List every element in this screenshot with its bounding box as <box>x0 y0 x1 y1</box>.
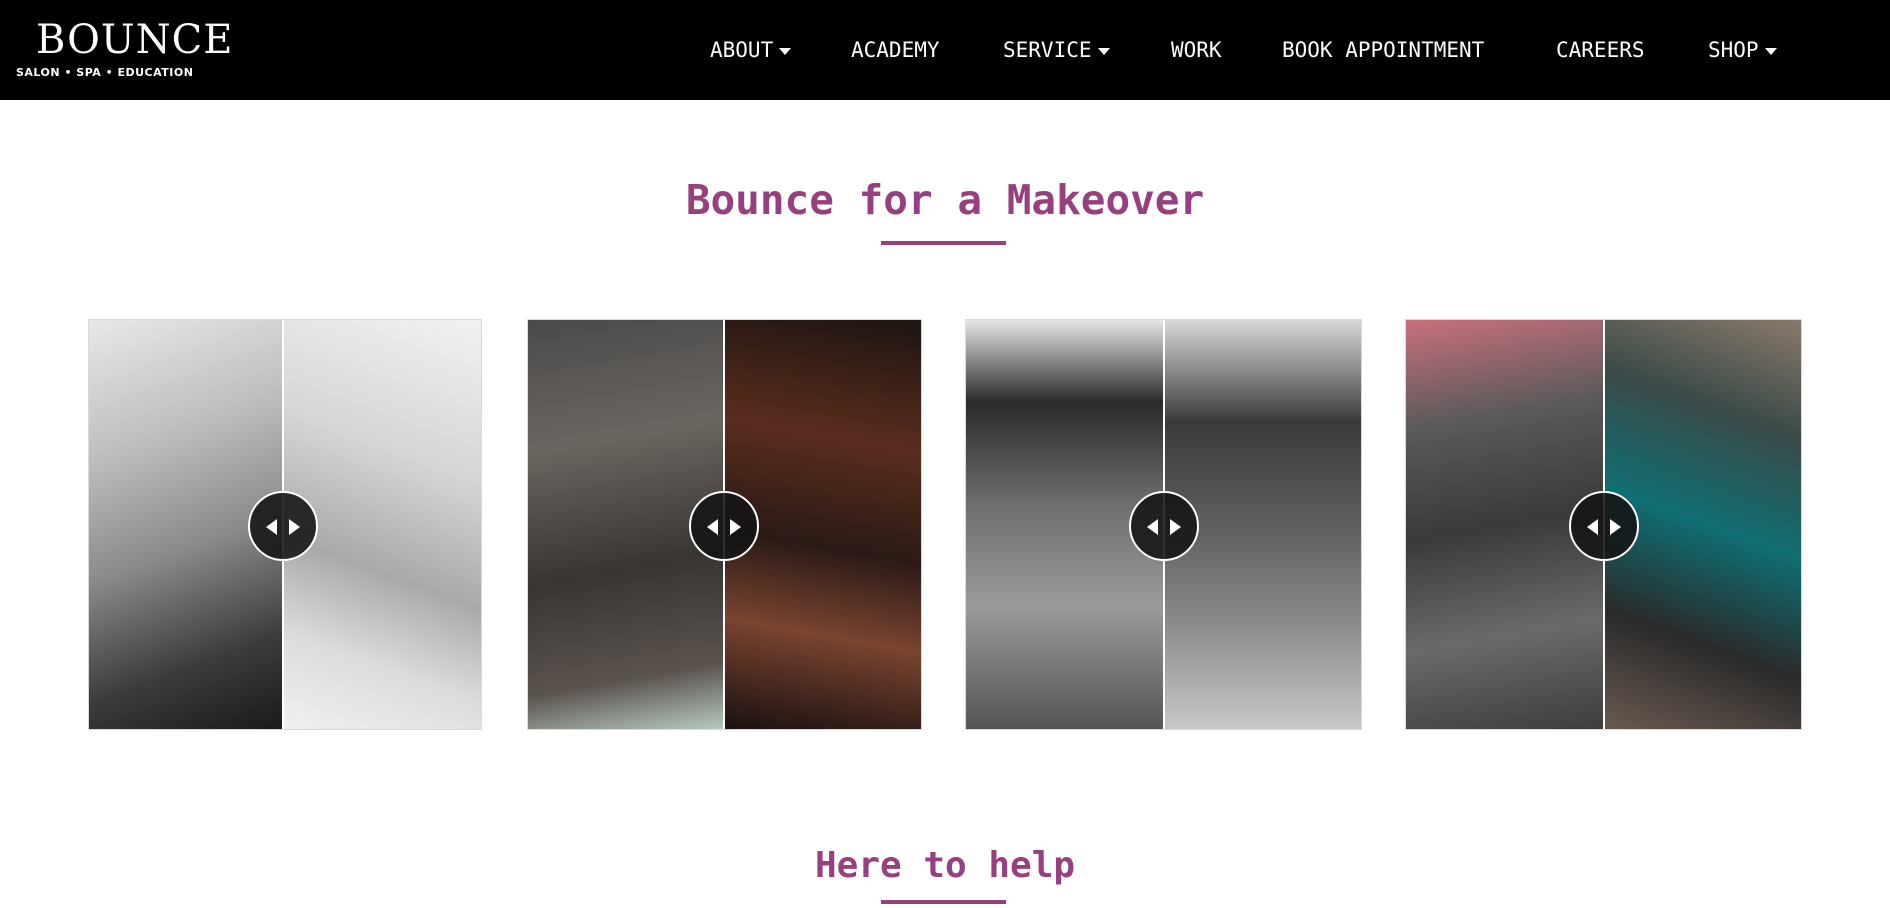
nav-item-label: ABOUT <box>710 38 774 62</box>
nav-item-label: WORK <box>1171 38 1222 62</box>
title-underline <box>881 241 1006 245</box>
nav-item-book-appointment[interactable]: BOOK APPOINTMENT <box>1282 36 1484 64</box>
nav-item-label: CAREERS <box>1556 38 1645 62</box>
makeover-title: Bounce for a Makeover <box>685 176 1205 224</box>
nav-item-academy[interactable]: ACADEMY <box>851 36 940 64</box>
nav-item-label: SHOP <box>1708 38 1759 62</box>
nav-item-service[interactable]: SERVICE <box>1003 36 1110 64</box>
left-right-arrows-icon[interactable] <box>248 491 318 561</box>
nav-item-about[interactable]: ABOUT <box>710 36 792 64</box>
before-after-slider[interactable] <box>965 319 1362 730</box>
left-right-arrows-icon[interactable] <box>1569 491 1639 561</box>
nav-item-shop[interactable]: SHOP <box>1708 36 1777 64</box>
nav-item-label: ACADEMY <box>851 38 940 62</box>
title-underline <box>881 900 1006 904</box>
before-after-slider[interactable] <box>527 319 922 730</box>
caret-down-icon <box>1097 47 1110 55</box>
nav-item-work[interactable]: WORK <box>1171 36 1222 64</box>
nav-item-careers[interactable]: CAREERS <box>1556 36 1645 64</box>
main-nav: ABOUT ACADEMY SERVICE WORK BOOK APPOINTM… <box>0 0 1890 100</box>
before-after-slider[interactable] <box>1405 319 1802 730</box>
nav-item-label: SERVICE <box>1003 38 1092 62</box>
caret-down-icon <box>1764 47 1777 55</box>
nav-item-label: BOOK APPOINTMENT <box>1282 38 1485 62</box>
left-right-arrows-icon[interactable] <box>1129 491 1199 561</box>
help-title: Here to help <box>814 845 1076 886</box>
site-header: BOUNCE SALON • SPA • EDUCATION ABOUT ACA… <box>0 0 1890 100</box>
caret-down-icon <box>779 47 792 55</box>
left-right-arrows-icon[interactable] <box>689 491 759 561</box>
before-after-slider[interactable] <box>88 319 482 730</box>
